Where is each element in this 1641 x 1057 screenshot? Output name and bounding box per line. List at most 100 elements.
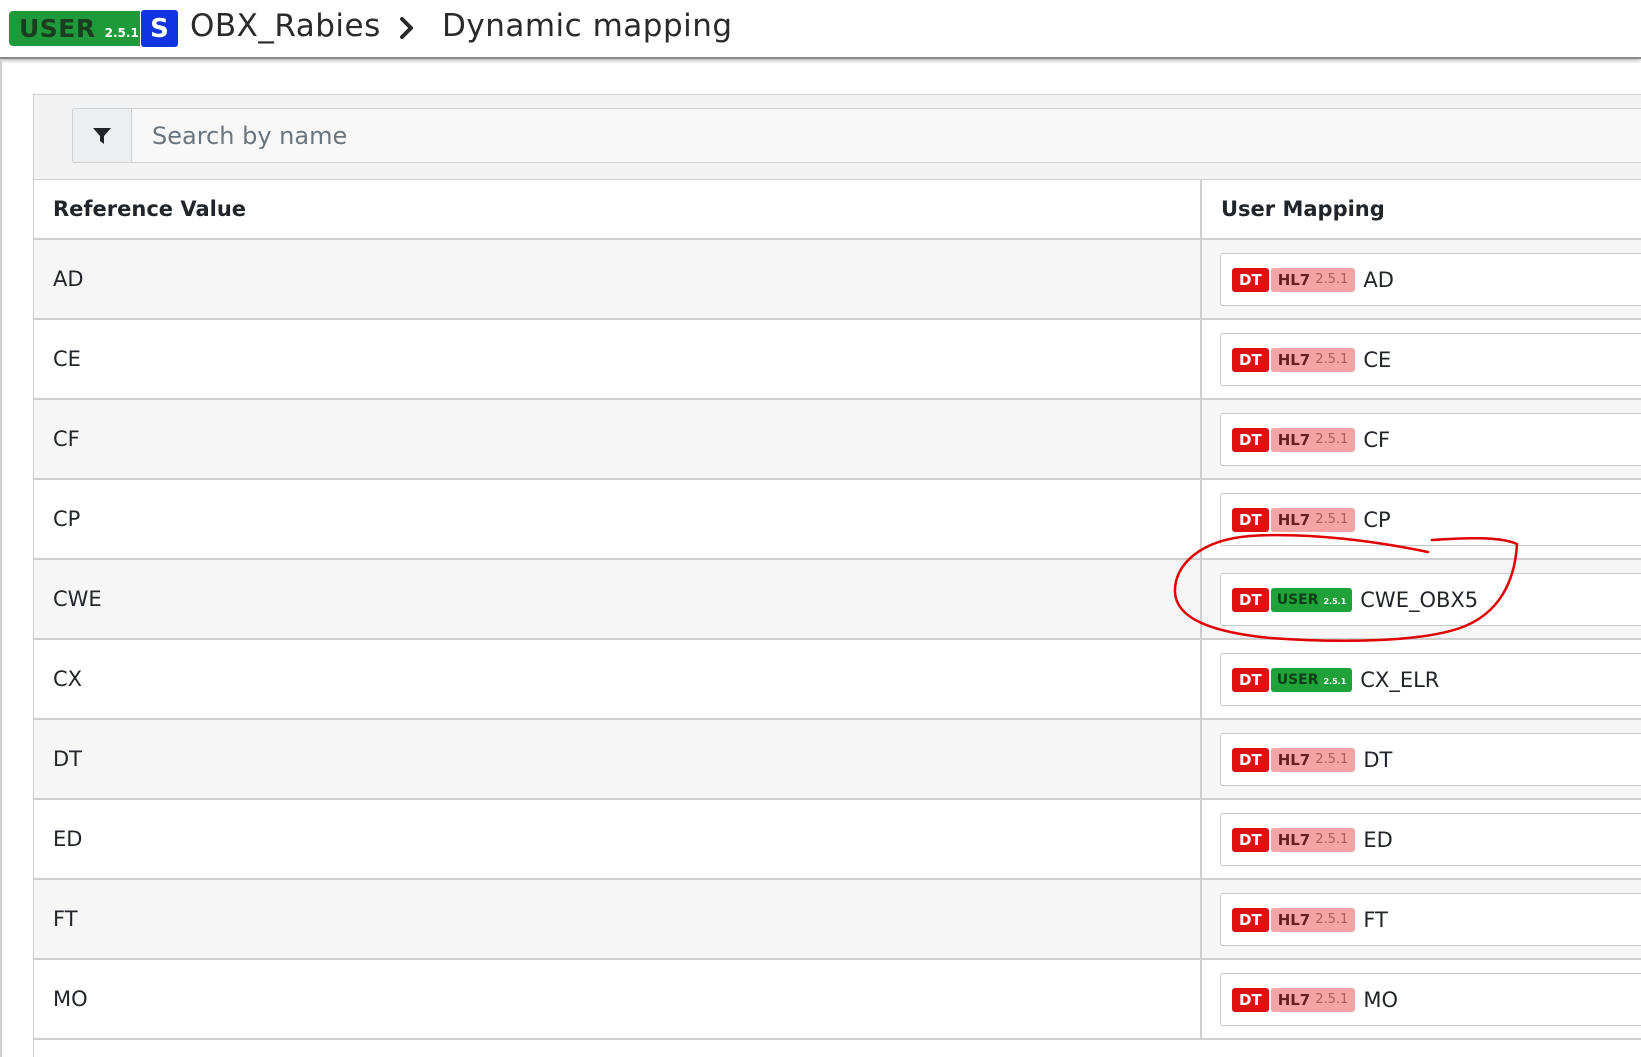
source-badge-name: HL7 xyxy=(1277,350,1311,369)
hl7-source-badge: HL7 2.5.1 xyxy=(1270,267,1356,292)
mapping-select[interactable]: DT HL7 2.5.1 FT xyxy=(1220,893,1641,946)
chevron-right-icon xyxy=(400,17,413,39)
search-input[interactable] xyxy=(131,108,1641,163)
mapping-name: CX_ELR xyxy=(1360,667,1440,692)
mapping-select[interactable]: DT HL7 2.5.1 MO xyxy=(1220,973,1641,1026)
source-badge-name: HL7 xyxy=(1277,430,1311,449)
mapping-table: Reference Value User Mapping AD DT HL7 2… xyxy=(34,180,1641,1040)
user-version-badge: USER 2.5.1 xyxy=(9,11,140,46)
user-mapping-cell: DT HL7 2.5.1 AD xyxy=(1200,240,1641,318)
mapping-select[interactable]: DT USER 2.5.1 CX_ELR xyxy=(1220,653,1641,706)
source-badge-version: 2.5.1 xyxy=(1323,677,1347,686)
source-badge-name: HL7 xyxy=(1277,270,1311,289)
table-body: AD DT HL7 2.5.1 AD CE DT HL7 2.5.1 CE CF xyxy=(34,240,1641,1040)
column-header-reference-value[interactable]: Reference Value xyxy=(34,180,1200,238)
dt-type-badge: DT xyxy=(1232,907,1269,932)
reference-value-cell: CP xyxy=(53,507,81,531)
table-row[interactable]: CP DT HL7 2.5.1 CP xyxy=(34,480,1641,560)
breadcrumb-project[interactable]: OBX_Rabies xyxy=(190,8,381,44)
dt-type-badge: DT xyxy=(1232,347,1269,372)
mapping-name: CF xyxy=(1363,427,1391,452)
mapping-name: CP xyxy=(1363,507,1391,532)
user-source-badge: USER 2.5.1 xyxy=(1270,667,1353,692)
hl7-source-badge: HL7 2.5.1 xyxy=(1270,747,1356,772)
dt-type-badge: DT xyxy=(1232,507,1269,532)
source-badge-version: 2.5.1 xyxy=(1315,272,1349,287)
user-mapping-cell: DT HL7 2.5.1 CP xyxy=(1200,480,1641,558)
table-row[interactable]: FT DT HL7 2.5.1 FT xyxy=(34,880,1641,960)
user-mapping-cell: DT USER 2.5.1 CX_ELR xyxy=(1200,640,1641,718)
mapping-panel: Reference Value User Mapping AD DT HL7 2… xyxy=(33,94,1641,1057)
table-row[interactable]: CF DT HL7 2.5.1 CF xyxy=(34,400,1641,480)
mapping-name: FT xyxy=(1363,907,1388,932)
column-header-user-mapping[interactable]: User Mapping xyxy=(1200,180,1641,238)
reference-value-cell: FT xyxy=(53,907,78,931)
page-edge xyxy=(0,59,2,1057)
reference-value-cell: DT xyxy=(53,747,82,771)
reference-value-cell: CE xyxy=(53,347,81,371)
dt-type-badge: DT xyxy=(1232,987,1269,1012)
reference-value-cell: CWE xyxy=(53,587,102,611)
source-badge-name: HL7 xyxy=(1277,830,1311,849)
user-badge-version: 2.5.1 xyxy=(104,25,139,40)
table-row[interactable]: CX DT USER 2.5.1 CX_ELR xyxy=(34,640,1641,720)
hl7-source-badge: HL7 2.5.1 xyxy=(1270,507,1356,532)
user-mapping-cell: DT HL7 2.5.1 CF xyxy=(1200,400,1641,478)
hl7-source-badge: HL7 2.5.1 xyxy=(1270,987,1356,1012)
user-source-badge: USER 2.5.1 xyxy=(1270,587,1353,612)
source-badge-version: 2.5.1 xyxy=(1315,512,1349,527)
mapping-name: CWE_OBX5 xyxy=(1360,587,1479,612)
mapping-select[interactable]: DT HL7 2.5.1 CE xyxy=(1220,333,1641,386)
user-badge-label: USER xyxy=(19,14,96,43)
mapping-name: MO xyxy=(1363,987,1398,1012)
reference-value-cell: AD xyxy=(53,267,84,291)
source-badge-version: 2.5.1 xyxy=(1315,352,1349,367)
hl7-source-badge: HL7 2.5.1 xyxy=(1270,827,1356,852)
table-row[interactable]: CWE DT USER 2.5.1 CWE_OBX5 xyxy=(34,560,1641,640)
source-badge-name: HL7 xyxy=(1277,910,1311,929)
mapping-select[interactable]: DT HL7 2.5.1 DT xyxy=(1220,733,1641,786)
table-row[interactable]: MO DT HL7 2.5.1 MO xyxy=(34,960,1641,1040)
breadcrumb-current-page: Dynamic mapping xyxy=(442,8,733,44)
reference-value-cell: ED xyxy=(53,827,83,851)
mapping-name: CE xyxy=(1363,347,1392,372)
table-row[interactable]: DT DT HL7 2.5.1 DT xyxy=(34,720,1641,800)
table-row[interactable]: ED DT HL7 2.5.1 ED xyxy=(34,800,1641,880)
mapping-name: ED xyxy=(1363,827,1393,852)
hl7-source-badge: HL7 2.5.1 xyxy=(1270,427,1356,452)
dt-type-badge: DT xyxy=(1232,747,1269,772)
mapping-select[interactable]: DT HL7 2.5.1 CF xyxy=(1220,413,1641,466)
hl7-source-badge: HL7 2.5.1 xyxy=(1270,347,1356,372)
filter-icon xyxy=(93,127,111,144)
source-badge-name: HL7 xyxy=(1277,750,1311,769)
hl7-source-badge: HL7 2.5.1 xyxy=(1270,907,1356,932)
reference-value-cell: CF xyxy=(53,427,80,451)
source-badge-version: 2.5.1 xyxy=(1315,912,1349,927)
dt-type-badge: DT xyxy=(1232,427,1269,452)
user-mapping-cell: DT HL7 2.5.1 ED xyxy=(1200,800,1641,878)
search-bar xyxy=(34,95,1641,180)
dt-type-badge: DT xyxy=(1232,827,1269,852)
user-mapping-cell: DT HL7 2.5.1 DT xyxy=(1200,720,1641,798)
mapping-name: DT xyxy=(1363,747,1393,772)
mapping-select[interactable]: DT HL7 2.5.1 CP xyxy=(1220,493,1641,546)
dt-type-badge: DT xyxy=(1232,587,1269,612)
user-mapping-cell: DT HL7 2.5.1 MO xyxy=(1200,960,1641,1038)
table-row[interactable]: AD DT HL7 2.5.1 AD xyxy=(34,240,1641,320)
source-badge-version: 2.5.1 xyxy=(1315,752,1349,767)
filter-button[interactable] xyxy=(72,108,131,163)
s-badge: S xyxy=(141,10,178,47)
mapping-name: AD xyxy=(1363,267,1394,292)
reference-value-cell: CX xyxy=(53,667,83,691)
mapping-select[interactable]: DT USER 2.5.1 CWE_OBX5 xyxy=(1220,573,1641,626)
reference-value-cell: MO xyxy=(53,987,88,1011)
mapping-select[interactable]: DT HL7 2.5.1 AD xyxy=(1220,253,1641,306)
table-row[interactable]: CE DT HL7 2.5.1 CE xyxy=(34,320,1641,400)
source-badge-name: USER xyxy=(1276,671,1319,688)
source-badge-version: 2.5.1 xyxy=(1315,432,1349,447)
dt-type-badge: DT xyxy=(1232,667,1269,692)
source-badge-name: USER xyxy=(1276,591,1319,608)
source-badge-name: HL7 xyxy=(1277,510,1311,529)
mapping-select[interactable]: DT HL7 2.5.1 ED xyxy=(1220,813,1641,866)
table-header: Reference Value User Mapping xyxy=(34,180,1641,240)
